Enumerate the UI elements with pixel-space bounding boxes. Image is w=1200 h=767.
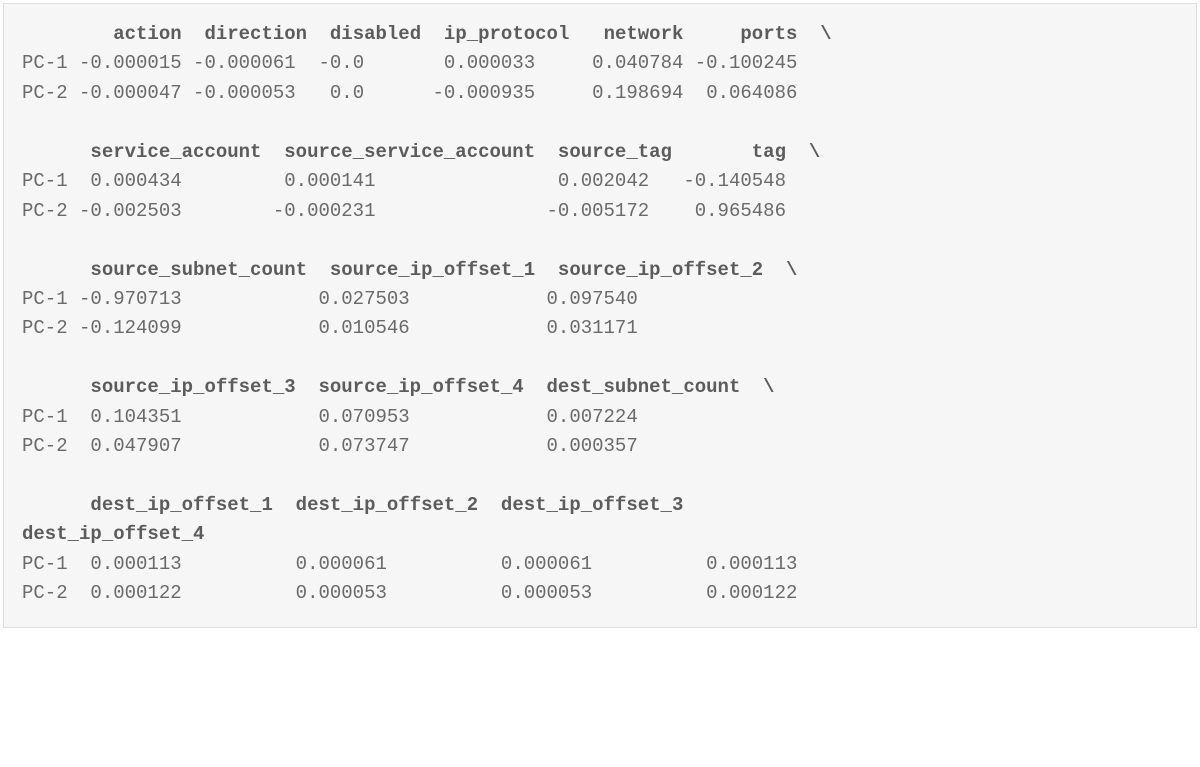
header-line: source_subnet_count source_ip_offset_1 s…: [22, 259, 797, 281]
table-row: PC-1 -0.970713 0.027503 0.097540: [22, 288, 638, 310]
header-line: action direction disabled ip_protocol ne…: [22, 23, 832, 45]
header-line: dest_ip_offset_1 dest_ip_offset_2 dest_i…: [22, 494, 706, 545]
table-row: PC-2 -0.124099 0.010546 0.031171: [22, 317, 638, 339]
table-row: PC-1 0.000434 0.000141 0.002042 -0.14054…: [22, 170, 786, 192]
header-line: service_account source_service_account s…: [22, 141, 820, 163]
header-line: source_ip_offset_3 source_ip_offset_4 de…: [22, 376, 775, 398]
dataframe-output: action direction disabled ip_protocol ne…: [3, 3, 1197, 628]
table-row: PC-2 0.047907 0.073747 0.000357: [22, 435, 638, 457]
table-row: PC-2 0.000122 0.000053 0.000053 0.000122: [22, 582, 797, 604]
table-row: PC-1 0.000113 0.000061 0.000061 0.000113: [22, 553, 797, 575]
table-row: PC-2 -0.000047 -0.000053 0.0 -0.000935 0…: [22, 82, 797, 104]
table-row: PC-1 -0.000015 -0.000061 -0.0 0.000033 0…: [22, 52, 797, 74]
table-row: PC-2 -0.002503 -0.000231 -0.005172 0.965…: [22, 200, 786, 222]
table-row: PC-1 0.104351 0.070953 0.007224: [22, 406, 638, 428]
